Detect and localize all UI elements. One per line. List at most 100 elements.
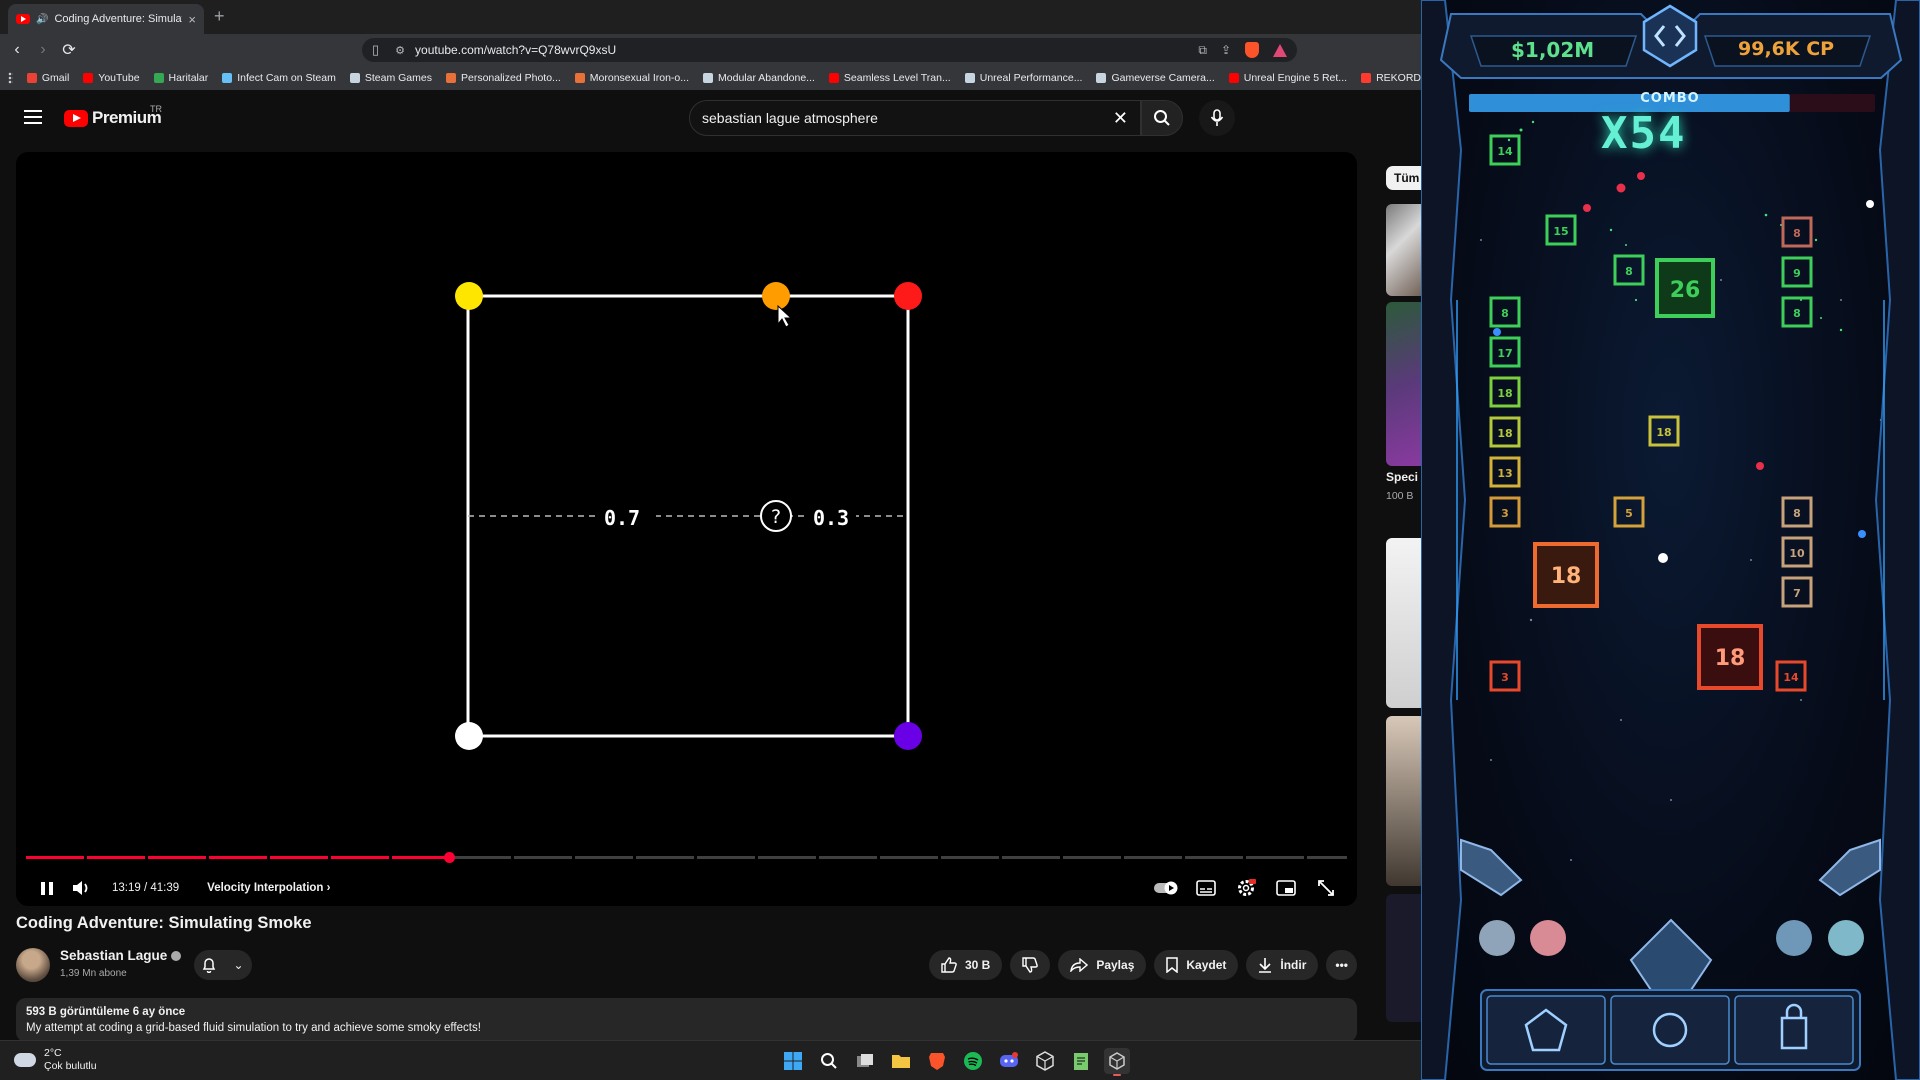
progress-segment[interactable] xyxy=(1002,856,1060,859)
recommendation-title[interactable]: Speci xyxy=(1386,470,1418,484)
game-window[interactable]: 14 15 8 26 8 17 18 18 13 3 18 5 8 9 8 8 … xyxy=(1421,0,1920,1080)
volume-button[interactable] xyxy=(64,873,98,903)
progress-segment[interactable] xyxy=(941,856,999,859)
progress-segment[interactable] xyxy=(331,856,389,859)
bookmark-icon[interactable]: ▯ xyxy=(372,42,379,58)
bookmark-item[interactable]: Gameverse Camera... xyxy=(1096,72,1215,84)
progress-segment[interactable] xyxy=(87,856,145,859)
bookmark-item[interactable]: Unreal Performance... xyxy=(964,72,1082,84)
recommendation-thumbnail[interactable] xyxy=(1386,716,1421,886)
bookmark-item[interactable]: REKORD xyxy=(1361,72,1421,84)
open-in-app-icon[interactable]: ⧉ xyxy=(1198,43,1207,58)
taskbar-search-button[interactable] xyxy=(816,1048,842,1074)
search-input[interactable]: sebastian lague atmosphere ✕ xyxy=(689,100,1141,136)
url-text[interactable]: youtube.com/watch?v=Q78wvrQ9xsU xyxy=(415,43,1198,57)
search-query[interactable]: sebastian lague atmosphere xyxy=(702,110,1113,126)
progress-segment[interactable] xyxy=(819,856,877,859)
progress-segment[interactable] xyxy=(1246,856,1304,859)
brave-browser-button[interactable] xyxy=(924,1048,950,1074)
progress-segment[interactable] xyxy=(1063,856,1121,859)
tab-active[interactable]: 🔊 Coding Adventure: Simulating Smoke × xyxy=(8,4,204,34)
bookmark-item[interactable]: Personalized Photo... xyxy=(445,72,561,84)
progress-segment[interactable] xyxy=(697,856,755,859)
progress-segment[interactable] xyxy=(392,856,450,859)
recommendation-thumbnail[interactable] xyxy=(1386,538,1421,708)
notification-bell-button[interactable]: ⌄ xyxy=(194,950,252,980)
progress-segment[interactable] xyxy=(514,856,572,859)
notepad-button[interactable] xyxy=(1068,1048,1094,1074)
settings-button[interactable] xyxy=(1229,873,1263,903)
recommendation-thumbnail[interactable] xyxy=(1386,302,1421,466)
video-player[interactable]: 0.7 0.3 ? 13:19 / 41:39 Velocity Interpo… xyxy=(16,152,1357,906)
pause-button[interactable] xyxy=(30,873,64,903)
autoplay-toggle[interactable] xyxy=(1149,873,1183,903)
more-actions-button[interactable]: ••• xyxy=(1326,950,1357,980)
save-button[interactable]: Kaydet xyxy=(1154,950,1239,980)
back-arrow-icon[interactable]: ‹ xyxy=(4,41,30,59)
progress-segment[interactable] xyxy=(575,856,633,859)
speaker-icon[interactable]: 🔊 xyxy=(36,14,48,25)
reload-icon[interactable]: ⟳ xyxy=(56,40,82,60)
start-button[interactable] xyxy=(780,1048,806,1074)
bookmark-item[interactable]: YouTube xyxy=(83,72,140,84)
voice-search-button[interactable] xyxy=(1199,100,1235,136)
channel-avatar[interactable] xyxy=(16,948,50,982)
tab-close-icon[interactable]: × xyxy=(188,12,196,27)
progress-segment[interactable] xyxy=(1185,856,1243,859)
progress-segment[interactable] xyxy=(26,856,84,859)
clear-search-icon[interactable]: ✕ xyxy=(1113,108,1128,129)
filter-chip-all[interactable]: Tüm xyxy=(1386,166,1421,190)
progress-segment[interactable] xyxy=(270,856,328,859)
ability-slot[interactable] xyxy=(1610,995,1730,1065)
unity-hub-button[interactable] xyxy=(1032,1048,1058,1074)
progress-segment[interactable] xyxy=(636,856,694,859)
bookmark-item[interactable]: Steam Games xyxy=(349,72,432,84)
search-button[interactable] xyxy=(1141,100,1183,136)
new-tab-button[interactable]: + xyxy=(214,6,225,27)
share-icon[interactable]: ⇪ xyxy=(1221,43,1231,57)
fullscreen-button[interactable] xyxy=(1309,873,1343,903)
brave-rewards-icon[interactable] xyxy=(1273,43,1287,57)
subtitles-button[interactable] xyxy=(1189,873,1223,903)
task-view-button[interactable] xyxy=(852,1048,878,1074)
chapter-title[interactable]: Velocity Interpolation › xyxy=(207,882,330,894)
progress-segment[interactable] xyxy=(453,856,511,859)
description-box[interactable]: 593 B görüntüleme 6 ay önce My attempt a… xyxy=(16,998,1357,1040)
recommendation-thumbnail[interactable] xyxy=(1386,204,1421,296)
forward-arrow-icon[interactable]: › xyxy=(30,41,56,59)
progress-segment[interactable] xyxy=(1307,856,1347,859)
apps-grid-icon[interactable] xyxy=(8,72,13,84)
share-button[interactable]: Paylaş xyxy=(1058,950,1147,980)
progress-segment[interactable] xyxy=(1124,856,1182,859)
ability-slot[interactable] xyxy=(1486,995,1606,1065)
bookmark-item[interactable]: Unreal Engine 5 Ret... xyxy=(1228,72,1347,84)
miniplayer-button[interactable] xyxy=(1269,873,1303,903)
progress-segment[interactable] xyxy=(209,856,267,859)
recommendation-thumbnail[interactable] xyxy=(1386,894,1421,1022)
address-bar[interactable]: ▯ ⚙ youtube.com/watch?v=Q78wvrQ9xsU ⧉ ⇪ xyxy=(362,38,1297,62)
bookmark-item[interactable]: Haritalar xyxy=(153,72,208,84)
progress-segment[interactable] xyxy=(148,856,206,859)
unity-editor-button[interactable] xyxy=(1104,1048,1130,1076)
bookmark-item[interactable]: Seamless Level Tran... xyxy=(828,72,951,84)
bookmark-item[interactable]: Infect Cam on Steam xyxy=(222,72,336,84)
progress-scrubber-handle[interactable] xyxy=(443,852,455,863)
channel-name[interactable]: Sebastian Lague xyxy=(60,948,182,963)
bookmark-item[interactable]: Gmail xyxy=(26,72,69,84)
progress-segment[interactable] xyxy=(758,856,816,859)
file-explorer-button[interactable] xyxy=(888,1048,914,1074)
progress-bar[interactable] xyxy=(26,852,1347,863)
brave-shields-icon[interactable] xyxy=(1245,42,1259,58)
like-button[interactable]: 30 B xyxy=(928,950,1003,980)
download-button[interactable]: İndir xyxy=(1246,950,1319,980)
progress-segment[interactable] xyxy=(880,856,938,859)
dislike-button[interactable] xyxy=(1010,950,1051,980)
youtube-logo[interactable]: Premium TR xyxy=(64,104,162,128)
menu-icon[interactable] xyxy=(24,110,42,124)
discord-button[interactable] xyxy=(996,1048,1022,1074)
bookmark-item[interactable]: Moronsexual Iron-o... xyxy=(574,72,689,84)
spotify-button[interactable] xyxy=(960,1048,986,1074)
site-settings-icon[interactable]: ⚙ xyxy=(395,44,405,57)
weather-widget[interactable]: 2°C Çok bulutlu xyxy=(14,1047,97,1073)
bookmark-item[interactable]: Modular Abandone... xyxy=(703,72,815,84)
